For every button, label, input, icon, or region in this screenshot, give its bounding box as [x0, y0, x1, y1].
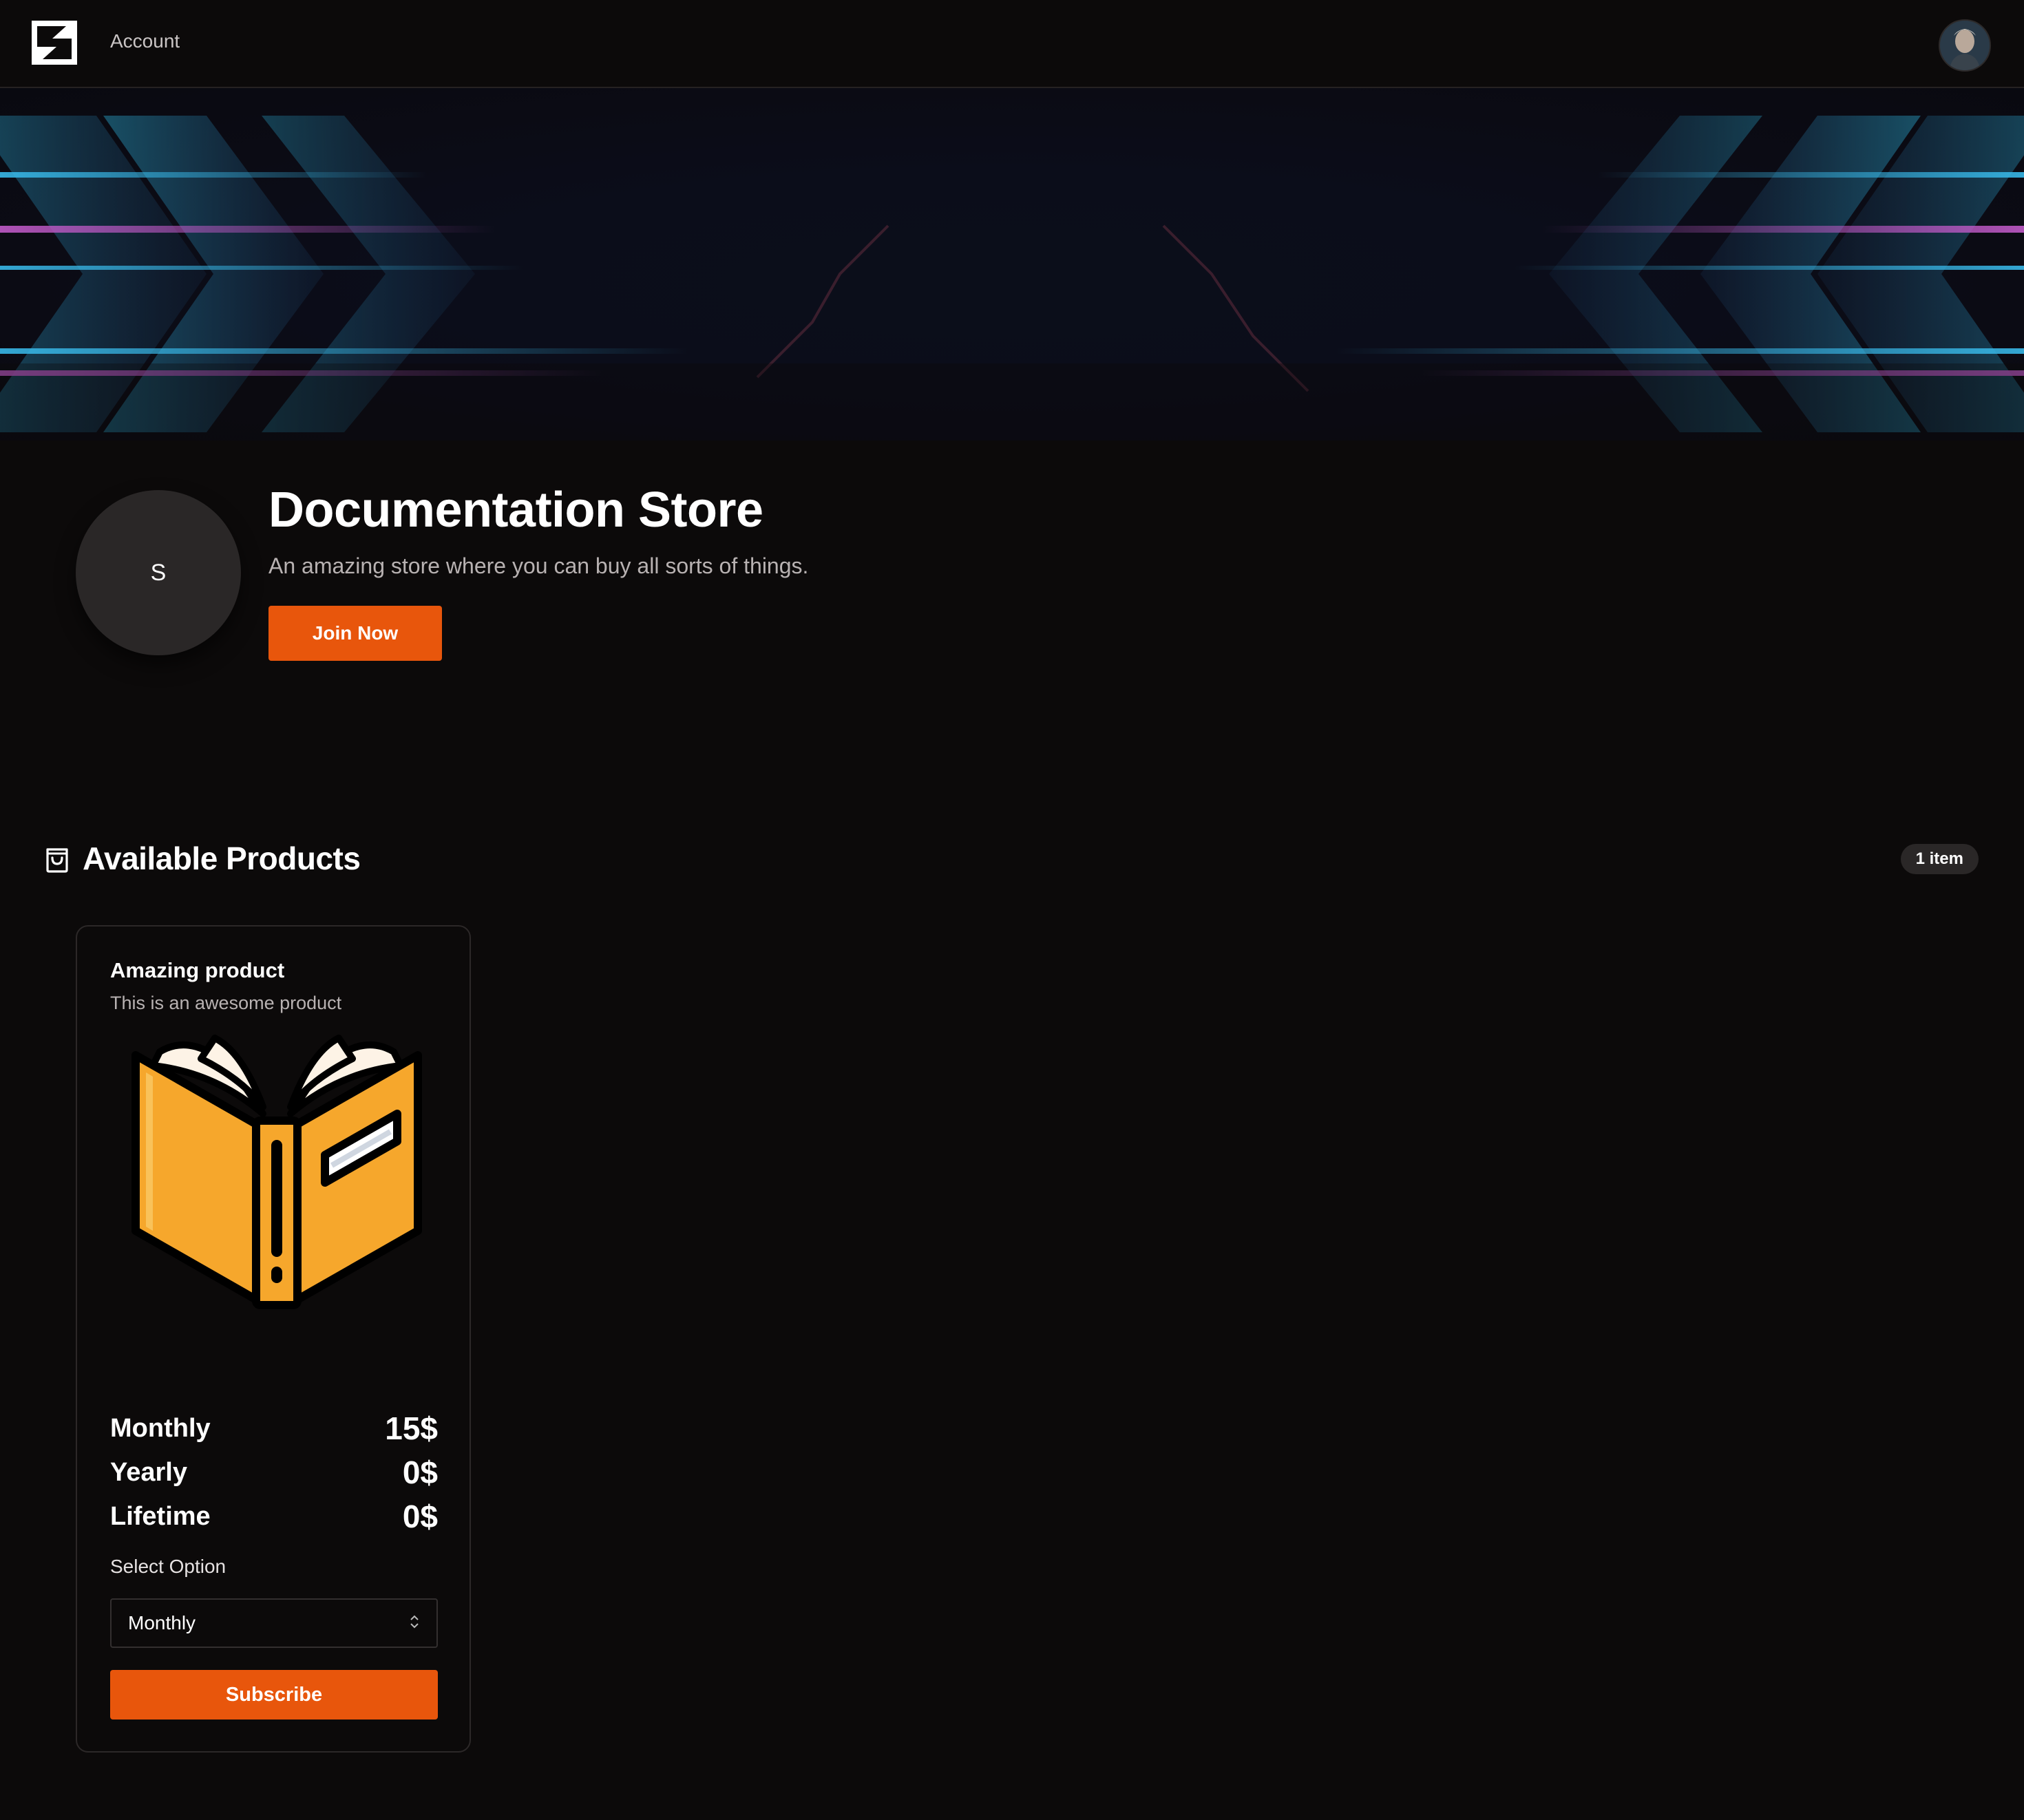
- brand-logo-icon[interactable]: [32, 21, 77, 65]
- section-title: Available Products: [83, 840, 361, 876]
- top-navigation: Account: [0, 0, 2024, 88]
- price-row: Monthly 15$: [110, 1408, 438, 1448]
- price-row: Yearly 0$: [110, 1452, 438, 1492]
- store-banner: [0, 88, 2024, 441]
- price-label: Yearly: [110, 1457, 187, 1487]
- plan-select-value: Monthly: [128, 1612, 196, 1633]
- store-avatar: S: [76, 490, 241, 655]
- store-description: An amazing store where you can buy all s…: [268, 553, 809, 578]
- price-value: 0$: [402, 1454, 438, 1490]
- price-value: 15$: [385, 1410, 438, 1446]
- plan-select[interactable]: Monthly: [110, 1598, 438, 1648]
- price-value: 0$: [402, 1499, 438, 1534]
- store-title: Documentation Store: [268, 483, 763, 538]
- join-now-button[interactable]: Join Now: [268, 606, 442, 661]
- shopping-bag-icon: [44, 845, 70, 873]
- product-description: This is an awesome product: [110, 993, 342, 1013]
- select-option-label: Select Option: [110, 1556, 226, 1577]
- price-row: Lifetime 0$: [110, 1496, 438, 1536]
- product-card: Amazing product This is an awesome produ…: [76, 925, 471, 1753]
- product-title: Amazing product: [110, 958, 285, 982]
- item-count-badge: 1 item: [1900, 844, 1979, 874]
- user-avatar[interactable]: [1939, 19, 1991, 72]
- nav-account-link[interactable]: Account: [110, 30, 180, 52]
- chevron-up-down-icon: [409, 1613, 420, 1633]
- price-label: Monthly: [110, 1413, 211, 1443]
- open-book-icon: [125, 1024, 428, 1313]
- price-label: Lifetime: [110, 1501, 211, 1531]
- subscribe-button[interactable]: Subscribe: [110, 1670, 438, 1720]
